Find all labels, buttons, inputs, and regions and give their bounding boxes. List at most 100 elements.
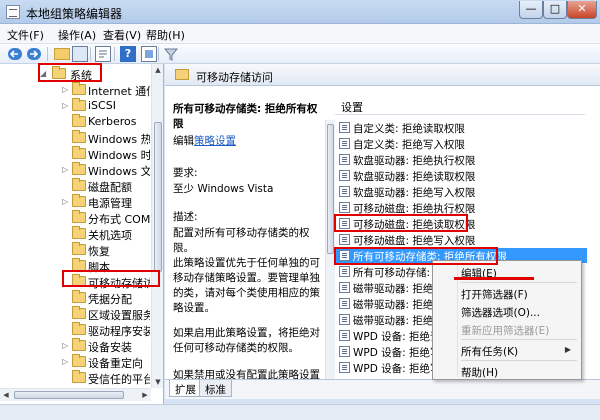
scroll-down-arrow-icon[interactable]: ▼ [152, 376, 164, 388]
tree-item[interactable]: 脚本 [0, 258, 150, 274]
menu-action[interactable]: 操作(A) [58, 27, 96, 43]
scroll-thumb[interactable] [154, 122, 162, 272]
collapsed-arrow-icon[interactable]: ▷ [62, 197, 70, 207]
forward-arrow-icon[interactable] [26, 46, 42, 62]
column-header-setting[interactable]: 设置 [335, 95, 585, 115]
folder-icon [52, 66, 66, 79]
tree-horizontal-scrollbar[interactable]: ◀ ▶ [0, 388, 151, 401]
tree-item[interactable]: 驱动程序安装 [0, 322, 150, 338]
folder-icon [72, 322, 86, 335]
context-menu-open-filter[interactable]: 打开筛选器(F) [435, 284, 579, 302]
tree-pane: ◢ 系统 ▷ Internet 通信管 ▷ iSCSI Kerberos Win… [0, 64, 164, 404]
tree-item-removable-storage-access[interactable]: 可移动存储访问 [0, 274, 150, 290]
description-paragraph-2: 如果启用此策略设置，将拒绝对任何可移动存储类的权限。 [173, 327, 320, 354]
folder-icon [72, 354, 86, 367]
collapsed-arrow-icon[interactable]: ▷ [62, 85, 70, 95]
help-icon[interactable]: ? [120, 46, 136, 62]
context-menu-filter-options[interactable]: 筛选器选项(O)... [435, 302, 579, 320]
description-text: 配置对所有可移动存储类的权限。 [173, 227, 310, 254]
minimize-button[interactable]: — [519, 1, 543, 19]
submenu-arrow-icon: ▶ [564, 345, 571, 354]
tree-item[interactable]: ▷ Internet 通信管 [0, 82, 150, 98]
policy-setting-icon [339, 202, 350, 213]
setting-row[interactable]: 可移动磁盘: 拒绝读取权限 [335, 216, 587, 231]
setting-row[interactable]: 自定义类: 拒绝写入权限 [335, 136, 587, 151]
folder-icon [72, 130, 86, 143]
description-scrollbar[interactable] [325, 120, 335, 379]
toolbar-separator [114, 47, 115, 61]
up-folder-icon[interactable] [54, 48, 70, 60]
tree-item[interactable]: ▷ Windows 文件 [0, 162, 150, 178]
policy-setting-icon [339, 170, 350, 181]
tab-extended[interactable]: 扩展 [169, 380, 202, 397]
details-title: 可移动存储访问 [196, 71, 273, 84]
collapsed-arrow-icon[interactable]: ▷ [62, 341, 70, 351]
menu-file[interactable]: 文件(F) [7, 27, 44, 43]
menu-separator [461, 282, 577, 283]
policy-setting-icon [339, 330, 350, 341]
policy-title: 所有可移动存储类: 拒绝所有权限 [173, 103, 318, 130]
menu-view[interactable]: 查看(V) [103, 27, 141, 43]
folder-icon [72, 114, 86, 127]
expand-arrow-icon[interactable]: ◢ [40, 69, 48, 79]
tree-item[interactable]: 区域设置服务 [0, 306, 150, 322]
folder-icon [72, 98, 86, 111]
tree-item-system[interactable]: ◢ 系统 [0, 66, 150, 82]
folder-icon [72, 178, 86, 191]
tree-vertical-scrollbar[interactable]: ▲ ▼ [151, 64, 163, 388]
toolbar: ? [0, 44, 600, 64]
policy-setting-icon [339, 362, 350, 373]
context-menu-help[interactable]: 帮助(H) [435, 362, 579, 380]
filter-icon[interactable] [163, 46, 179, 62]
close-button[interactable]: ✕ [567, 1, 597, 19]
tree-item[interactable]: Windows 热启 [0, 130, 150, 146]
tree-item[interactable]: ▷ 设备重定向 [0, 354, 150, 370]
scroll-thumb[interactable] [14, 391, 124, 399]
menu-help[interactable]: 帮助(H) [146, 27, 185, 43]
scroll-right-arrow-icon[interactable]: ▶ [139, 389, 151, 401]
setting-row[interactable]: 自定义类: 拒绝读取权限 [335, 120, 587, 135]
collapsed-arrow-icon[interactable]: ▷ [62, 101, 70, 111]
edit-policy-link[interactable]: 策略设置 [194, 135, 236, 147]
collapsed-arrow-icon[interactable]: ▷ [62, 165, 70, 175]
tree-item[interactable]: 凭据分配 [0, 290, 150, 306]
tree-item[interactable]: ▷ iSCSI [0, 98, 150, 114]
setting-row[interactable]: 软盘驱动器: 拒绝读取权限 [335, 168, 587, 183]
app-icon [6, 5, 20, 19]
setting-row[interactable]: 可移动磁盘: 拒绝写入权限 [335, 232, 587, 247]
tree-item[interactable]: 磁盘配额 [0, 178, 150, 194]
collapsed-arrow-icon[interactable]: ▷ [62, 357, 70, 367]
back-arrow-icon[interactable] [7, 46, 23, 62]
policy-description-panel: 所有可移动存储类: 拒绝所有权限 编辑策略设置 要求: 至少 Windows V… [165, 86, 325, 379]
setting-row[interactable]: 软盘驱动器: 拒绝执行权限 [335, 152, 587, 167]
tree-item[interactable]: ▷ 电源管理 [0, 194, 150, 210]
setting-row[interactable]: 可移动磁盘: 拒绝执行权限 [335, 200, 587, 215]
toolbar-separator [90, 47, 91, 61]
scroll-thumb[interactable] [327, 124, 334, 254]
policy-setting-icon [339, 250, 350, 261]
tree-item[interactable]: ▷ 设备安装 [0, 338, 150, 354]
tree-item[interactable]: 恢复 [0, 242, 150, 258]
tab-standard[interactable]: 标准 [199, 380, 232, 397]
window-title: 本地组策略编辑器 [26, 7, 123, 21]
maximize-button[interactable]: □ [543, 1, 567, 19]
properties-icon[interactable] [141, 46, 157, 62]
context-menu-all-tasks[interactable]: 所有任务(K) ▶ [435, 341, 579, 359]
folder-icon [175, 69, 189, 80]
tree-item[interactable]: Windows 时间 [0, 146, 150, 162]
scroll-left-arrow-icon[interactable]: ◀ [0, 389, 12, 401]
folder-icon [72, 162, 86, 175]
tree-item[interactable]: 分布式 COM [0, 210, 150, 226]
export-list-icon[interactable] [95, 46, 111, 62]
toolbar-separator [158, 47, 159, 61]
tree-item[interactable]: 受信任的平台模 [0, 370, 150, 386]
description-label: 描述: [173, 211, 198, 223]
menu-separator [461, 360, 577, 361]
policy-setting-icon [339, 298, 350, 309]
folder-open-icon [72, 274, 86, 287]
tree-item[interactable]: Kerberos [0, 114, 150, 130]
setting-row[interactable]: 软盘驱动器: 拒绝写入权限 [335, 184, 587, 199]
show-hide-console-tree-icon[interactable] [72, 46, 88, 62]
tree-item[interactable]: 关机选项 [0, 226, 150, 242]
scroll-up-arrow-icon[interactable]: ▲ [152, 64, 164, 76]
